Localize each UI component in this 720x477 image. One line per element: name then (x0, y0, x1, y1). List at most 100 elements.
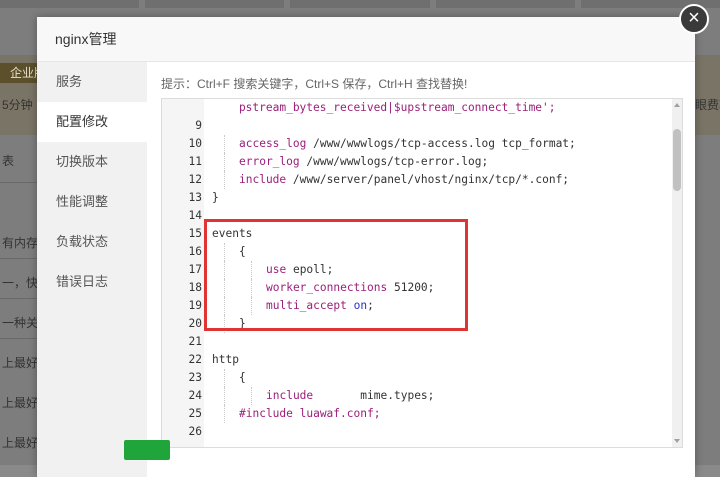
code-token: /www/wwwlogs/tcp-error.log; (299, 155, 489, 168)
background-text: 表 (2, 154, 15, 168)
indent-guide (224, 171, 225, 189)
line-number: 11 (188, 155, 202, 168)
indent-guide (224, 279, 225, 297)
line-number: 15 (188, 227, 202, 240)
code-token: worker_connections (266, 281, 388, 294)
indent-guide (251, 387, 252, 405)
indent-guide (224, 261, 225, 279)
code-text: include /www/server/panel/vhost/nginx/tc… (239, 171, 569, 189)
code-token: } (239, 317, 246, 330)
code-line: 24 include mime.types; (162, 387, 670, 405)
indent-guide (251, 279, 252, 297)
code-line: 18 worker_connections 51200; (162, 279, 670, 297)
line-number: 24 (188, 389, 202, 402)
code-token: /www/wwwlogs/tcp-access.log tcp_format; (306, 137, 576, 150)
line-number: 16 (188, 245, 202, 258)
code-text: } (239, 315, 246, 333)
config-panel: 提示：Ctrl+F 搜索关键字，Ctrl+S 保存，Ctrl+H 查找替换! p… (161, 62, 686, 477)
code-token: ; (367, 299, 374, 312)
code-line: 15 events (162, 225, 670, 243)
scroll-down-icon[interactable] (674, 439, 680, 443)
code-line: 12 include /www/server/panel/vhost/nginx/… (162, 171, 670, 189)
code-line: 25 #include luawaf.conf; (162, 405, 670, 423)
code-token: use (266, 263, 287, 276)
scroll-thumb[interactable] (673, 129, 681, 191)
indent-guide (251, 261, 252, 279)
sidebar-item-config[interactable]: 配置修改 (37, 102, 147, 142)
line-number: 18 (188, 281, 202, 294)
background-badge: 企业版 (0, 63, 40, 83)
code-line: 20} (162, 315, 670, 333)
code-text: error_log /www/wwwlogs/tcp-error.log; (239, 153, 488, 171)
indent-guide (224, 243, 225, 261)
code-token: events (212, 227, 253, 240)
code-text: pstream_bytes_received|$upstream_connect… (212, 99, 556, 117)
indent-guide (224, 135, 225, 153)
code-line: 16 { (162, 243, 670, 261)
code-token: } (212, 191, 219, 204)
code-token: 51200; (387, 281, 435, 294)
editor-hint: 提示：Ctrl+F 搜索关键字，Ctrl+S 保存，Ctrl+H 查找替换! (161, 77, 468, 91)
line-number: 22 (188, 353, 202, 366)
line-number: 21 (188, 335, 202, 348)
sidebar-item-version[interactable]: 切换版本 (37, 142, 147, 182)
code-text: { (239, 243, 246, 261)
code-text: use epoll; (266, 261, 333, 279)
indent-guide (224, 405, 225, 423)
sidebar-item-load-status[interactable]: 负载状态 (37, 222, 147, 262)
code-text: { (239, 369, 246, 387)
line-number: 14 (188, 209, 202, 222)
code-text: multi_accept on; (266, 297, 374, 315)
code-line: 17 use epoll; (162, 261, 670, 279)
sidebar-item-service[interactable]: 服务 (37, 62, 147, 102)
code-line: 21 (162, 333, 670, 351)
code-line: 23 { (162, 369, 670, 387)
code-token: error_log (239, 155, 300, 168)
dialog-title: nginx管理 (37, 17, 695, 62)
indent-guide (224, 297, 225, 315)
close-icon[interactable]: × (679, 4, 709, 34)
code-token: include (266, 389, 314, 402)
background-text: 一种关系 (2, 316, 42, 330)
line-number: 10 (188, 137, 202, 150)
code-text: include mime.types; (266, 387, 434, 405)
code-token: multi_accept (266, 299, 347, 312)
code-token: { (239, 371, 246, 384)
editor-scrollbar[interactable] (672, 99, 682, 447)
sidebar-item-error-log[interactable]: 错误日志 (37, 262, 147, 302)
indent-guide (224, 387, 225, 405)
save-button[interactable] (124, 440, 170, 460)
background-text: 一，快 (2, 276, 39, 290)
code-line: 9 (162, 117, 670, 135)
indent-guide (251, 297, 252, 315)
code-text: worker_connections 51200; (266, 279, 434, 297)
line-number: 9 (195, 119, 202, 132)
code-token: access_log (239, 137, 307, 150)
code-line: 13} (162, 189, 670, 207)
line-number: 23 (188, 371, 202, 384)
code-line: 14 (162, 207, 670, 225)
background-text: 眼费功 (695, 98, 720, 112)
code-text: access_log /www/wwwlogs/tcp-access.log t… (239, 135, 576, 153)
code-line: 22 http (162, 351, 670, 369)
code-token: on (353, 299, 368, 312)
code-token: { (239, 245, 246, 258)
background-text: 上最好 (2, 436, 39, 450)
code-text: #include luawaf.conf; (239, 405, 380, 423)
indent-guide (224, 369, 225, 387)
line-number: 26 (188, 425, 202, 438)
code-token: mime.types; (313, 389, 435, 402)
code-text: events (212, 225, 252, 243)
code-line: 10 access_log /www/wwwlogs/tcp-access.log… (162, 135, 670, 153)
code-token: pstream_bytes_received|$upstream_connect… (212, 101, 556, 114)
background-text: 有内存 (2, 236, 39, 250)
sidebar-item-performance[interactable]: 性能调整 (37, 182, 147, 222)
code-editor[interactable]: pstream_bytes_received|$upstream_connect… (161, 98, 683, 448)
indent-guide (224, 153, 225, 171)
dialog-sidebar: 服务 配置修改 切换版本 性能调整 负载状态 错误日志 (37, 62, 147, 477)
code-line: 11 error_log /www/wwwlogs/tcp-error.log; (162, 153, 670, 171)
code-token: http (212, 353, 239, 366)
scroll-up-icon[interactable] (674, 103, 680, 107)
line-number: 17 (188, 263, 202, 276)
